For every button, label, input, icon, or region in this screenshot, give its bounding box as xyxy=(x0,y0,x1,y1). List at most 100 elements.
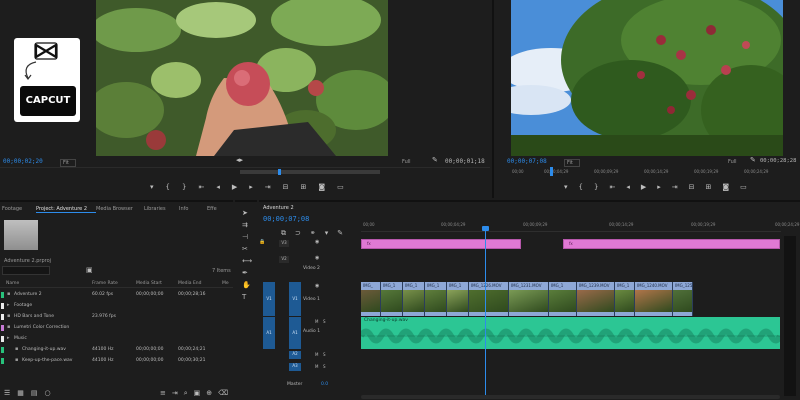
col-media-start[interactable]: Media Start xyxy=(136,281,162,286)
video-clip[interactable]: IMG_1226.MOV xyxy=(469,282,509,316)
project-row[interactable]: ▸ Footage xyxy=(0,301,233,311)
new-bin-icon[interactable]: ▣ xyxy=(86,267,93,274)
track-target-v3[interactable]: V3 xyxy=(279,240,289,247)
zoom-slider-icon[interactable]: ○ xyxy=(45,390,51,397)
icon-view-icon[interactable]: ▦ xyxy=(17,390,24,397)
overwrite-icon[interactable]: ⊞ xyxy=(301,184,307,191)
track-target-v2[interactable]: V2 xyxy=(279,256,289,263)
lock-icon[interactable]: 🔒 xyxy=(259,239,265,246)
snap-icon[interactable]: ⊃ xyxy=(295,230,301,237)
linked-selection-icon[interactable]: ⚭ xyxy=(310,230,316,237)
ripple-edit-tool-icon[interactable]: ⊣ xyxy=(242,234,248,241)
video-clip[interactable]: IMG_1 xyxy=(615,282,635,316)
track-source-v1[interactable]: V1 xyxy=(263,282,275,316)
video-clip[interactable]: IMG_1 xyxy=(381,282,403,316)
mute-button[interactable]: M xyxy=(315,364,318,369)
type-tool-icon[interactable]: T xyxy=(242,294,246,301)
go-to-in-icon[interactable]: ⇤ xyxy=(198,184,204,191)
new-item-icon[interactable]: ⊕ xyxy=(206,390,212,397)
audio-clip[interactable]: Changing-it-up.wav xyxy=(361,317,780,349)
mark-in-icon[interactable]: { xyxy=(166,184,170,191)
mute-button[interactable]: M xyxy=(315,319,318,324)
razor-tool-icon[interactable]: ✂ xyxy=(242,246,248,253)
program-quality-select[interactable]: Full xyxy=(728,159,737,165)
eye-icon[interactable]: ◉ xyxy=(315,239,319,246)
video-clip[interactable]: IMG_1231.MOV xyxy=(509,282,549,316)
freeform-view-icon[interactable]: ▤ xyxy=(31,390,38,397)
eye-icon[interactable]: ◉ xyxy=(315,255,319,262)
search-input[interactable] xyxy=(2,266,50,275)
tab-info[interactable]: Info xyxy=(179,206,207,212)
button-editor-icon[interactable]: ▭ xyxy=(740,184,747,191)
add-marker-icon[interactable]: ▾ xyxy=(150,184,154,191)
wrench-icon[interactable]: ✎ xyxy=(432,157,438,164)
add-marker-icon[interactable]: ▾ xyxy=(564,184,568,191)
source-timecode[interactable]: 00;00;02;20 xyxy=(3,158,43,165)
timeline-playhead[interactable] xyxy=(485,226,486,396)
tab-footage[interactable]: Footage xyxy=(2,206,36,212)
project-row[interactable]: ▪ Keep-up-the-pace.wav 44100 Hz 00;00;00;00… xyxy=(0,356,233,366)
col-frame-rate[interactable]: Frame Rate xyxy=(92,281,118,286)
project-row[interactable]: ▪ Adventure 2 60.02 fps 00;00;00;00 00;00;28… xyxy=(0,290,233,300)
slip-tool-icon[interactable]: ⟷ xyxy=(242,258,252,265)
video-clip[interactable]: IMG_ xyxy=(361,282,381,316)
extract-icon[interactable]: ⊞ xyxy=(706,184,712,191)
timeline-scrollbar[interactable] xyxy=(361,395,780,399)
track-target-v1[interactable]: V1 xyxy=(289,282,301,316)
add-marker-icon[interactable]: ▾ xyxy=(325,230,329,237)
track-target-a2[interactable]: A2 xyxy=(289,351,301,359)
project-row[interactable]: ▪ Lumetri Color Correction xyxy=(0,323,233,333)
new-bin-icon[interactable]: ▣ xyxy=(194,390,201,397)
timeline-timecode[interactable]: 00;00;07;08 xyxy=(263,215,309,223)
program-playhead[interactable] xyxy=(550,167,553,176)
track-target-a3[interactable]: A3 xyxy=(289,363,301,371)
track-source-a1[interactable]: A1 xyxy=(263,317,275,349)
lift-icon[interactable]: ⊟ xyxy=(689,184,695,191)
adjustment-clip[interactable]: fx xyxy=(563,239,780,249)
adjustment-clip[interactable]: fx xyxy=(361,239,521,249)
mute-button[interactable]: M xyxy=(315,352,318,357)
hand-tool-icon[interactable]: ✋ xyxy=(242,282,251,289)
video-clip[interactable]: IMG_1 xyxy=(447,282,469,316)
button-editor-icon[interactable]: ▭ xyxy=(337,184,344,191)
sequence-tab[interactable]: Adventure 2 xyxy=(263,205,294,211)
video-clip[interactable]: IMG_1239.MOV xyxy=(577,282,615,316)
playhead-handle[interactable] xyxy=(482,226,489,231)
tab-effects[interactable]: Effe xyxy=(207,206,227,212)
settings-wrench-icon[interactable]: ✎ xyxy=(337,230,343,237)
insert-icon[interactable]: ⊟ xyxy=(283,184,289,191)
tab-media-browser[interactable]: Media Browser xyxy=(96,206,144,212)
solo-button[interactable]: S xyxy=(323,352,326,357)
export-frame-icon[interactable]: ◙ xyxy=(722,184,729,191)
step-back-icon[interactable]: ◂ xyxy=(626,184,630,191)
pen-tool-icon[interactable]: ✒ xyxy=(242,270,248,277)
export-frame-icon[interactable]: ◙ xyxy=(318,184,325,191)
program-fit-select[interactable]: Fit xyxy=(564,159,580,167)
col-media-end[interactable]: Media End xyxy=(178,281,202,286)
tab-project[interactable]: Project: Adventure 2 xyxy=(36,206,96,213)
play-icon[interactable]: ▶ xyxy=(232,184,237,191)
video-clip[interactable]: IMG_1 xyxy=(549,282,577,316)
source-playhead[interactable] xyxy=(278,169,281,175)
find-icon[interactable]: ⌕ xyxy=(184,390,188,397)
track-target-a1[interactable]: A1 xyxy=(289,317,301,349)
project-row[interactable]: ▸ Music xyxy=(0,334,233,344)
solo-button[interactable]: S xyxy=(323,364,326,369)
master-volume[interactable]: 0.0 xyxy=(321,382,328,387)
wrench-icon[interactable]: ✎ xyxy=(750,157,756,164)
tab-libraries[interactable]: Libraries xyxy=(144,206,179,212)
play-icon[interactable]: ▶ xyxy=(641,184,646,191)
list-view-icon[interactable]: ☰ xyxy=(4,390,10,397)
timeline-ruler[interactable]: 00;00 00;00;04;29 00;00;09;29 00;00;14;2… xyxy=(361,220,799,232)
go-to-in-icon[interactable]: ⇤ xyxy=(609,184,615,191)
project-row[interactable]: ▪ HD Bars and Tone 23.976 fps xyxy=(0,312,233,322)
mark-in-icon[interactable]: { xyxy=(579,184,583,191)
video-clip[interactable]: IMG_1 xyxy=(403,282,425,316)
source-fit-select[interactable]: Fit xyxy=(60,159,76,167)
project-row[interactable]: ▪ Changing-it-up.wav 44100 Hz 00;00;00;00 00… xyxy=(0,345,233,355)
source-quality-select[interactable]: Full xyxy=(402,159,411,165)
automate-icon[interactable]: ⇥ xyxy=(172,390,178,397)
mark-in-icon[interactable]: ◂▸ xyxy=(236,157,243,164)
video-clip[interactable]: IMG_1240.MOV xyxy=(635,282,673,316)
selection-tool-icon[interactable]: ➤ xyxy=(242,210,248,217)
